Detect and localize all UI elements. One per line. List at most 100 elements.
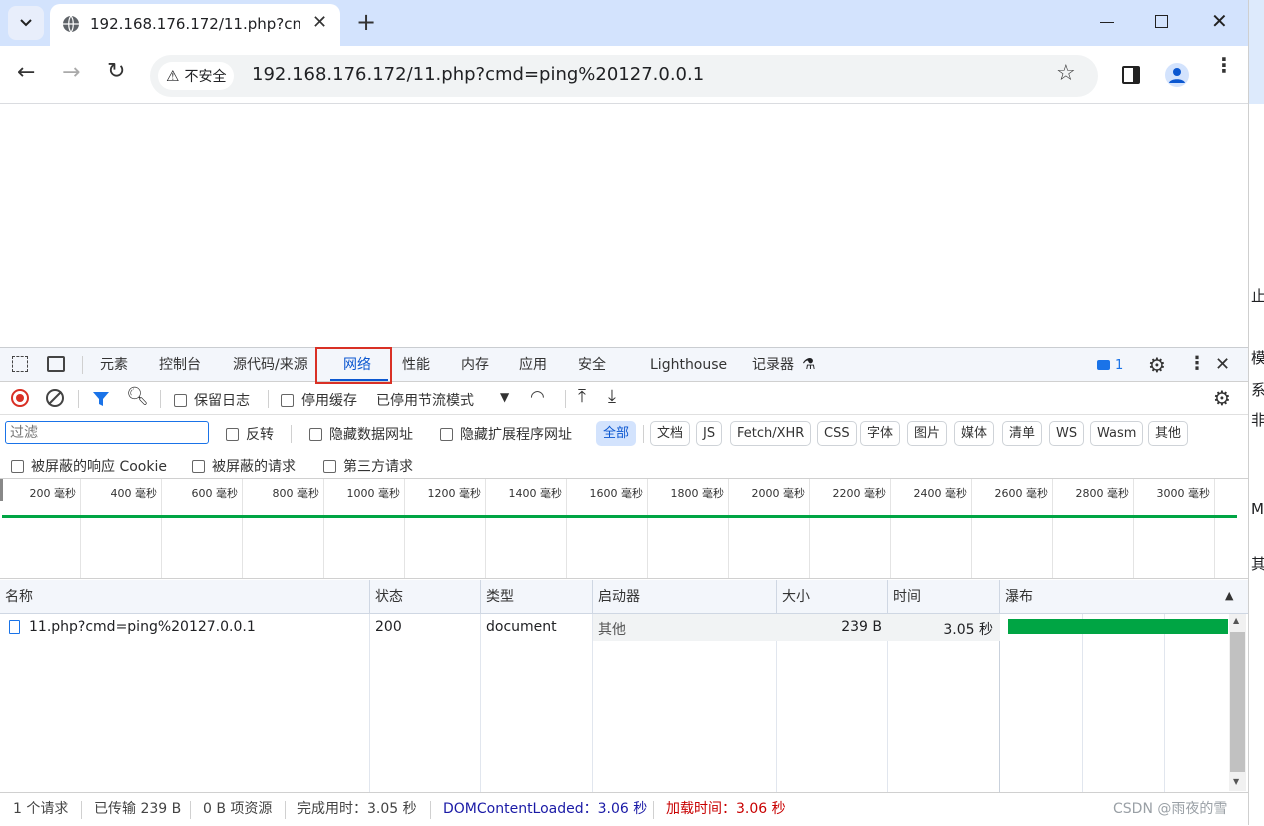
close-devtools-icon[interactable]: ✕ <box>1215 354 1230 375</box>
reload-icon[interactable]: ↻ <box>107 59 125 84</box>
overview-request-bar <box>2 515 1237 518</box>
bleed-text: 其 <box>1251 553 1264 574</box>
request-type: document <box>486 619 557 635</box>
type-filter-media[interactable]: 媒体 <box>954 421 995 446</box>
highlight-box <box>315 347 392 384</box>
tab-application[interactable]: 应用 <box>519 348 547 382</box>
menu-kebab-icon[interactable]: ⋮ <box>1214 55 1234 75</box>
type-filter-font[interactable]: 字体 <box>860 421 901 446</box>
timeline-tick-label: 400 毫秒 <box>110 487 158 500</box>
tab-console[interactable]: 控制台 <box>159 348 201 382</box>
timeline-tick-label: 1800 毫秒 <box>670 487 725 500</box>
issues-icon[interactable] <box>1097 360 1110 370</box>
new-tab-icon[interactable]: + <box>356 8 376 36</box>
table-row[interactable]: 11.php?cmd=ping%20127.0.0.1 200 document… <box>0 614 1228 641</box>
col-initiator[interactable]: 启动器 <box>593 580 777 614</box>
tab-search-button[interactable] <box>8 6 44 40</box>
throttle-select[interactable]: 已停用节流模式 <box>376 390 474 410</box>
table-scrollbar[interactable]: ▲ ▼ <box>1229 614 1246 791</box>
tab-security[interactable]: 安全 <box>578 348 606 382</box>
type-filter-manifest[interactable]: 清单 <box>1002 421 1043 446</box>
settings-gear-icon[interactable]: ⚙ <box>1148 353 1166 377</box>
devtools-tabbar: 元素 控制台 源代码/来源 网络 性能 内存 应用 安全 Lighthouse … <box>0 347 1248 384</box>
col-waterfall[interactable]: 瀑布 <box>1000 580 1228 614</box>
third-party-checkbox[interactable]: 第三方请求 <box>323 456 413 476</box>
type-filter-other[interactable]: 其他 <box>1148 421 1189 446</box>
close-window-icon[interactable]: ✕ <box>1211 9 1228 33</box>
tab-elements[interactable]: 元素 <box>100 348 128 382</box>
clear-icon[interactable] <box>46 389 64 407</box>
tab-sources[interactable]: 源代码/来源 <box>233 348 308 382</box>
summary-load: 加载时间：3.06 秒 <box>666 801 786 817</box>
overview-left-handle[interactable] <box>0 479 3 501</box>
sort-ascending-icon[interactable]: ▲ <box>1225 589 1233 602</box>
url-text[interactable]: 192.168.176.172/11.php?cmd=ping%20127.0.… <box>252 64 704 85</box>
back-icon[interactable]: ← <box>17 60 35 85</box>
background-window-edge: 止 模 系 非 My 其 <box>1248 0 1264 825</box>
request-initiator: 其他 <box>598 622 626 638</box>
inspect-element-icon[interactable] <box>12 356 28 372</box>
summary-requests: 1 个请求 <box>13 801 69 817</box>
timeline-tick-label: 1400 毫秒 <box>508 487 563 500</box>
tab-memory[interactable]: 内存 <box>461 348 489 382</box>
record-stop-icon[interactable] <box>11 389 29 407</box>
tab-performance[interactable]: 性能 <box>402 348 430 382</box>
type-filter-img[interactable]: 图片 <box>907 421 948 446</box>
import-har-icon[interactable]: ⤒ <box>578 386 586 407</box>
timeline-tick-label: 2800 毫秒 <box>1075 487 1130 500</box>
disable-cache-checkbox[interactable]: 停用缓存 <box>281 390 357 410</box>
network-conditions-icon[interactable]: ◠ <box>530 387 545 407</box>
summary-transferred: 已传输 239 B <box>94 801 182 817</box>
timeline-tick-label: 2400 毫秒 <box>913 487 968 500</box>
issues-count[interactable]: 1 <box>1115 358 1123 373</box>
bookmark-star-icon[interactable]: ☆ <box>1056 61 1076 86</box>
overview-timeline[interactable]: 200 毫秒 400 毫秒 600 毫秒 800 毫秒 1000 毫秒 1200 毫秒 14… <box>0 479 1248 579</box>
bleed-text: 非 <box>1251 409 1264 430</box>
invert-checkbox[interactable]: 反转 <box>226 424 274 444</box>
col-name[interactable]: 名称 <box>0 580 370 614</box>
col-status[interactable]: 状态 <box>370 580 481 614</box>
tab-lighthouse[interactable]: Lighthouse <box>650 348 727 382</box>
hide-extension-urls-checkbox[interactable]: 隐藏扩展程序网址 <box>440 424 572 444</box>
requests-table-header: 名称 状态 类型 启动器 大小 时间 瀑布 ▲ <box>0 580 1248 614</box>
caret-down-icon[interactable]: ▼ <box>500 390 509 404</box>
export-har-icon[interactable]: ⤓ <box>608 386 616 407</box>
filter-icon[interactable] <box>92 390 110 408</box>
watermark: CSDN @雨夜的雪 <box>1113 801 1228 817</box>
network-settings-icon[interactable]: ⚙ <box>1213 386 1231 410</box>
more-options-icon[interactable]: ⋮ <box>1188 353 1206 374</box>
timeline-tick-label: 1600 毫秒 <box>589 487 644 500</box>
col-type[interactable]: 类型 <box>481 580 593 614</box>
col-time[interactable]: 时间 <box>888 580 1000 614</box>
browser-tab[interactable]: 192.168.176.172/11.php?cmd ✕ <box>50 4 340 46</box>
type-filter-all[interactable]: 全部 <box>596 421 637 446</box>
minimize-icon[interactable] <box>1100 22 1114 23</box>
col-size[interactable]: 大小 <box>777 580 888 614</box>
timeline-tick-label: 2600 毫秒 <box>994 487 1049 500</box>
side-panel-icon[interactable] <box>1122 66 1140 84</box>
filter-bar: 反转 隐藏数据网址 隐藏扩展程序网址 全部 文档 JS Fetch/XHR CS… <box>0 415 1248 450</box>
profile-avatar[interactable] <box>1165 63 1189 87</box>
type-filter-doc[interactable]: 文档 <box>650 421 691 446</box>
hide-data-urls-checkbox[interactable]: 隐藏数据网址 <box>309 424 413 444</box>
type-filter-wasm[interactable]: Wasm <box>1090 421 1144 446</box>
tab-recorder[interactable]: 记录器 <box>752 348 794 382</box>
request-name[interactable]: 11.php?cmd=ping%20127.0.0.1 <box>29 619 256 635</box>
maximize-icon[interactable] <box>1155 15 1168 28</box>
device-toolbar-icon[interactable] <box>47 356 65 372</box>
type-filter-css[interactable]: CSS <box>817 421 857 446</box>
blocked-requests-checkbox[interactable]: 被屏蔽的请求 <box>192 456 296 476</box>
security-chip[interactable]: ⚠ 不安全 <box>158 62 235 90</box>
timeline-tick-label: 800 毫秒 <box>272 487 320 500</box>
type-filter-fetch[interactable]: Fetch/XHR <box>730 421 812 446</box>
filter-input[interactable] <box>5 421 209 444</box>
type-filter-ws[interactable]: WS <box>1049 421 1085 446</box>
type-filter-js[interactable]: JS <box>696 421 723 446</box>
search-icon[interactable]: 🔍︎ <box>126 386 149 407</box>
blocked-cookies-checkbox[interactable]: 被屏蔽的响应 Cookie <box>11 456 167 476</box>
timeline-tick-label: 1000 毫秒 <box>346 487 401 500</box>
preserve-log-checkbox[interactable]: 保留日志 <box>174 390 250 410</box>
address-bar[interactable]: ⚠ 不安全 192.168.176.172/11.php?cmd=ping%20… <box>150 55 1098 97</box>
close-tab-icon[interactable]: ✕ <box>312 12 327 33</box>
forward-icon[interactable]: → <box>62 60 80 85</box>
